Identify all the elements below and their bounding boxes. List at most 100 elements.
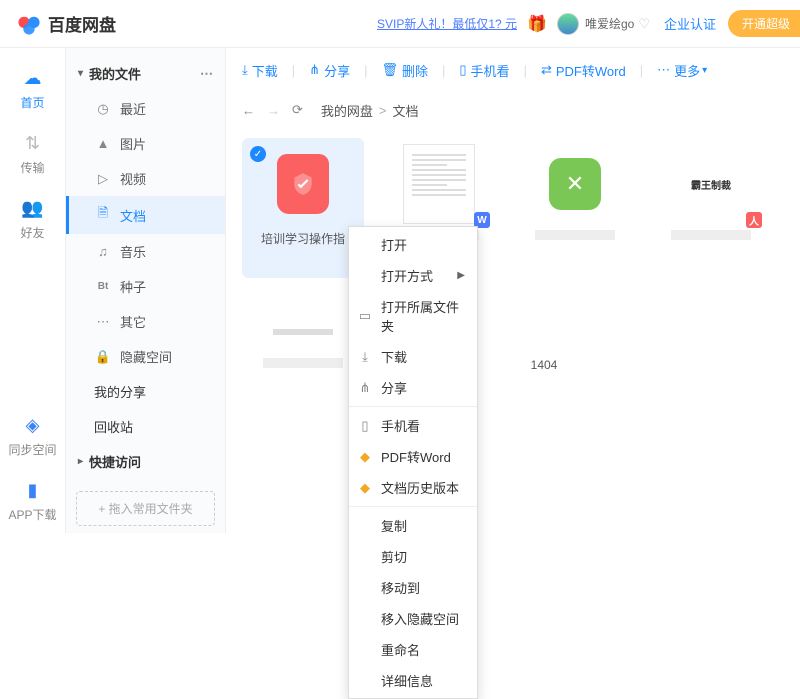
more-button[interactable]: ⋯更多▾	[657, 61, 707, 80]
app-name: 百度网盘	[48, 11, 116, 36]
content: ⤓下载 | ⋔分享 | 🗑删除 | ▯手机看 | ⇄PDF转Word | ⋯更多…	[226, 48, 800, 533]
cm-share[interactable]: ⋔分享	[349, 372, 477, 403]
doc-icon: 🗎	[94, 204, 112, 226]
nav-refresh-button[interactable]: ⟳	[292, 102, 303, 118]
delete-button[interactable]: 🗑删除	[381, 61, 428, 80]
nav-transfer[interactable]: ⇅ 传输	[20, 131, 44, 176]
file-name	[671, 230, 751, 240]
pdf-badge: 人	[746, 212, 762, 228]
text-thumbnail: 霸王制裁	[675, 144, 747, 224]
cm-download[interactable]: ⤓下载	[349, 341, 477, 372]
cm-open-with[interactable]: 打开方式▶	[349, 260, 477, 291]
sidebar-item-music[interactable]: ♫音乐	[66, 234, 225, 269]
transfer-icon: ⇅	[20, 131, 44, 155]
sidebar-item-torrent[interactable]: Bt种子	[66, 269, 225, 304]
sidebar: ▾ 我的文件 ⋯ ◷最近 ▲图片 ▷视频 🗎文档 ♫音乐 Bt种子 ⋯其它 🔒隐…	[66, 48, 226, 533]
separator	[349, 506, 477, 507]
cm-open[interactable]: 打开	[349, 229, 477, 260]
breadcrumb-current[interactable]: 文档	[393, 101, 419, 120]
download-button[interactable]: ⤓下载	[242, 61, 278, 80]
other-icon: ⋯	[94, 314, 112, 330]
cm-pdf-to-word[interactable]: ◆PDF转Word	[349, 441, 477, 472]
username[interactable]: 唯爱绘go	[585, 15, 634, 32]
sync-icon: ◈	[20, 413, 44, 437]
avatar[interactable]	[557, 13, 579, 35]
gift-icon[interactable]: 🎁	[527, 14, 547, 34]
doc-thumbnail	[403, 144, 475, 224]
file-name	[263, 358, 343, 368]
sidebar-item-recent[interactable]: ◷最近	[66, 91, 225, 126]
sidebar-my-share[interactable]: 我的分享	[66, 374, 225, 409]
nav-forward-button[interactable]: →	[267, 103, 280, 118]
context-menu: 打开 打开方式▶ ▭打开所属文件夹 ⤓下载 ⋔分享 ▯手机看 ◆PDF转Word…	[348, 226, 478, 699]
sidebar-quick-access[interactable]: ▸ 快捷访问	[66, 444, 225, 479]
cm-hide[interactable]: 移入隐藏空间	[349, 603, 477, 634]
trash-icon: 🗑	[381, 62, 398, 78]
chevron-down-icon: ▾	[78, 68, 83, 79]
promo-link[interactable]: SVIP新人礼！最低仅1? 元	[377, 15, 517, 32]
nav-friends[interactable]: 👥 好友	[20, 196, 44, 241]
vip-icon: ◆	[357, 480, 373, 496]
nav-home[interactable]: ☁ 首页	[20, 66, 44, 111]
more-icon[interactable]: ⋯	[200, 66, 213, 82]
cloud-icon: ☁	[20, 66, 44, 90]
bt-icon: Bt	[94, 281, 112, 292]
clock-icon: ◷	[94, 101, 112, 117]
breadcrumb: ← → ⟳ 我的网盘 > 文档	[226, 92, 800, 128]
vip-icon: ◆	[357, 449, 373, 465]
enterprise-link[interactable]: 企业认证	[664, 14, 716, 33]
mobile-icon: ▮	[20, 478, 44, 502]
nav-sync[interactable]: ◈ 同步空间	[8, 413, 56, 458]
sidebar-my-files[interactable]: ▾ 我的文件 ⋯	[66, 56, 225, 91]
pdf-icon	[277, 154, 329, 214]
cm-cut[interactable]: 剪切	[349, 541, 477, 572]
share-icon: ⋔	[357, 380, 373, 396]
breadcrumb-root[interactable]: 我的网盘	[321, 101, 373, 120]
nav-rail: ☁ 首页 ⇅ 传输 👥 好友 ◈ 同步空间 ▮ APP下载	[0, 48, 66, 533]
excel-icon: ✕	[549, 158, 601, 210]
file-name	[535, 230, 615, 240]
file-name: 1404	[489, 358, 599, 372]
file-item[interactable]: 霸王制裁 人	[650, 138, 772, 278]
chevron-right-icon: ▶	[457, 270, 465, 281]
cm-copy[interactable]: 复制	[349, 510, 477, 541]
file-item[interactable]: 1404	[514, 296, 574, 396]
sidebar-item-docs[interactable]: 🗎文档	[66, 196, 225, 234]
cm-rename[interactable]: 重命名	[349, 634, 477, 665]
baidu-cloud-icon	[16, 11, 42, 37]
sidebar-item-images[interactable]: ▲图片	[66, 126, 225, 161]
convert-icon: ⇄	[541, 62, 552, 78]
file-item[interactable]: ✕	[514, 138, 636, 278]
file-item[interactable]	[242, 296, 364, 396]
nav-app-download[interactable]: ▮ APP下载	[8, 478, 56, 523]
friends-icon: 👥	[20, 196, 44, 220]
lock-icon: 🔒	[94, 349, 112, 365]
header: 百度网盘 SVIP新人礼！最低仅1? 元 🎁 唯爱绘go ♡ 企业认证 开通超级	[0, 0, 800, 48]
nav-back-button[interactable]: ←	[242, 103, 255, 118]
video-icon: ▷	[94, 171, 112, 187]
pdf-to-word-button[interactable]: ⇄PDF转Word	[541, 61, 626, 80]
folder-icon: ▭	[357, 308, 373, 324]
upgrade-button[interactable]: 开通超级	[728, 10, 800, 37]
app-logo[interactable]: 百度网盘	[16, 11, 116, 37]
sidebar-recycle[interactable]: 回收站	[66, 409, 225, 444]
chevron-down-icon: ▾	[702, 65, 707, 76]
cm-move[interactable]: 移动到	[349, 572, 477, 603]
mobile-view-button[interactable]: ▯手机看	[459, 61, 509, 80]
cm-history[interactable]: ◆文档历史版本	[349, 472, 477, 503]
sidebar-item-video[interactable]: ▷视频	[66, 161, 225, 196]
file-item[interactable]: ✓ 培训学习操作指	[242, 138, 364, 278]
toolbar: ⤓下载 | ⋔分享 | 🗑删除 | ▯手机看 | ⇄PDF转Word | ⋯更多…	[226, 48, 800, 92]
heart-icon[interactable]: ♡	[638, 16, 650, 32]
file-name: 培训学习操作指	[248, 230, 358, 247]
music-icon: ♫	[94, 244, 112, 259]
sidebar-item-other[interactable]: ⋯其它	[66, 304, 225, 339]
cm-details[interactable]: 详细信息	[349, 665, 477, 696]
drag-folder-hint[interactable]: + 拖入常用文件夹	[76, 491, 215, 526]
cm-open-folder[interactable]: ▭打开所属文件夹	[349, 291, 477, 341]
cm-mobile[interactable]: ▯手机看	[349, 410, 477, 441]
share-button[interactable]: ⋔分享	[309, 61, 350, 80]
check-icon: ✓	[250, 146, 266, 162]
sidebar-item-hidden[interactable]: 🔒隐藏空间	[66, 339, 225, 374]
more-icon: ⋯	[657, 62, 670, 78]
